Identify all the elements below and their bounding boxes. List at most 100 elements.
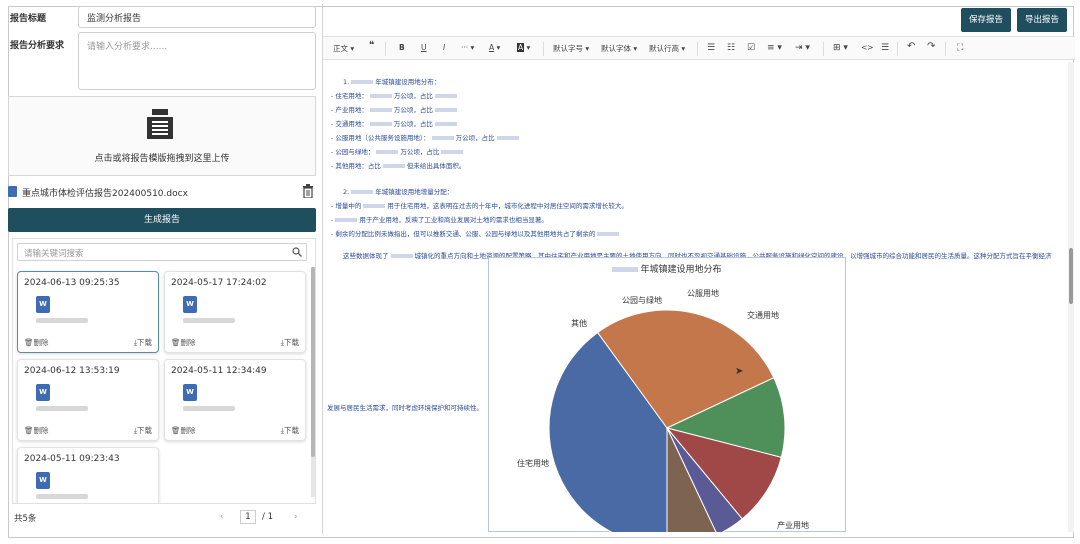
- quote-icon[interactable]: ❝: [369, 40, 374, 51]
- card-download-button[interactable]: ⤓下载: [134, 337, 152, 348]
- pie-chart: 年城镇建设用地分布 住宅用地 产业用地 交通用地 公服用地 公园与绿地 其他: [488, 257, 846, 532]
- divider-icon[interactable]: ☰: [881, 43, 889, 53]
- history-card[interactable]: 2024-06-13 09:25:35 W 🗑删除 ⤓下载: [17, 271, 159, 353]
- text-line: - 产业用地： 万公顷，占比: [331, 104, 459, 114]
- word-file-icon: [8, 186, 17, 197]
- word-doc-icon: W: [183, 384, 197, 401]
- history-search-input[interactable]: 请输关键词搜索: [17, 243, 307, 261]
- redacted-file-name: [183, 318, 235, 323]
- card-date: 2024-06-12 13:53:19: [24, 366, 120, 376]
- editor-content[interactable]: 1. 年城镇建设用地分布： - 住宅用地： 万公顷，占比 - 产业用地： 万公顷，占比…: [323, 62, 1069, 532]
- pie-label-1: 住宅用地: [517, 458, 549, 468]
- total-count: 共5条: [14, 514, 37, 524]
- search-placeholder: 请输关键词搜索: [24, 249, 84, 259]
- pagination: 共5条 ‹ 1 / 1 ›: [8, 510, 316, 526]
- numbered-list-icon[interactable]: ☷: [727, 43, 735, 53]
- card-date: 2024-06-13 09:25:35: [24, 278, 120, 288]
- redacted-file-name: [36, 494, 88, 499]
- code-icon[interactable]: <>: [861, 43, 874, 52]
- toolbar-divider: [897, 42, 898, 56]
- page-number-input[interactable]: 1: [240, 510, 256, 524]
- history-scrollbar[interactable]: [311, 267, 315, 497]
- text-line: - 增量中的 用于住宅用地，这表明在过去的十年中，城市化进程中对居住空间的需求增长…: [331, 202, 628, 210]
- font-color-dropdown[interactable]: A ▾: [489, 43, 500, 52]
- paragraph-style-dropdown[interactable]: 正文 ▾: [333, 43, 354, 54]
- word-doc-icon: W: [36, 296, 50, 313]
- card-download-button[interactable]: ⤓下载: [134, 425, 152, 436]
- redo-icon[interactable]: ↷: [927, 41, 935, 52]
- todo-list-icon[interactable]: ☑: [747, 43, 755, 53]
- card-delete-button[interactable]: 🗑删除: [24, 425, 49, 436]
- font-family-dropdown[interactable]: 默认字体 ▾: [601, 43, 637, 54]
- history-card[interactable]: 2024-06-12 13:53:19 W 🗑删除 ⤓下载: [17, 359, 159, 441]
- card-download-button[interactable]: ⤓下载: [281, 425, 299, 436]
- top-action-bar: 保存报告 导出报告: [323, 8, 1074, 32]
- report-title-input[interactable]: 监测分析报告: [78, 6, 316, 28]
- card-delete-button[interactable]: 🗑删除: [171, 425, 196, 436]
- prev-page-button[interactable]: ‹: [220, 512, 223, 522]
- card-download-button[interactable]: ⤓下载: [281, 337, 299, 348]
- toolbar-divider: [385, 42, 386, 56]
- italic-button[interactable]: I: [443, 43, 445, 52]
- pie-chart-svg: 住宅用地产业用地 交通用地 公服用地公园与绿地其他: [517, 288, 809, 532]
- search-icon[interactable]: [292, 247, 302, 257]
- document-upload-icon: [147, 109, 173, 139]
- indent-dropdown[interactable]: ⇥ ▾: [795, 43, 810, 53]
- requirement-textarea[interactable]: 请输入分析要求......: [78, 32, 316, 90]
- uploaded-file-row: 重点城市体检评估报告202400510.docx: [8, 184, 316, 200]
- history-card[interactable]: 2024-05-11 09:23:43 W: [17, 447, 159, 503]
- trash-icon[interactable]: [302, 184, 314, 198]
- requirement-label: 报告分析要求: [10, 41, 65, 51]
- bullet-list-icon[interactable]: ☰: [707, 43, 715, 53]
- redacted-file-name: [183, 406, 235, 411]
- text-line: - 住宅用地： 万公顷，占比: [331, 90, 459, 100]
- fullscreen-icon[interactable]: ⛶: [957, 43, 963, 53]
- text-line: - 剩余的分配比例未做指出，但可以推断交通、公服、公园与绿地以及其他用地共占了剩…: [331, 228, 621, 238]
- history-panel: 请输关键词搜索 2024-06-13 09:25:35 W 🗑删除 ⤓下载 20…: [12, 238, 316, 504]
- card-delete-button[interactable]: 🗑删除: [24, 337, 49, 348]
- toolbar-divider: [823, 42, 824, 56]
- underline-button[interactable]: U: [421, 43, 427, 52]
- toolbar-divider: [697, 42, 698, 56]
- text-line: 1. 年城镇建设用地分布：: [343, 78, 441, 86]
- undo-icon[interactable]: ↶: [907, 41, 915, 52]
- text-line: - 公服用地（公共服务设施用地）： 万公顷，占比: [331, 132, 521, 142]
- text-line: - 交通用地： 万公顷，占比: [331, 118, 459, 128]
- word-doc-icon: W: [36, 472, 50, 489]
- generate-report-button[interactable]: 生成报告: [8, 208, 316, 232]
- redacted-file-name: [36, 318, 88, 323]
- bold-button[interactable]: B: [399, 43, 405, 52]
- line-height-dropdown[interactable]: 默认行高 ▾: [649, 43, 685, 54]
- history-card-list: 2024-06-13 09:25:35 W 🗑删除 ⤓下载 2024-05-17…: [13, 267, 309, 503]
- export-report-button[interactable]: 导出报告: [1017, 8, 1067, 32]
- scrollbar-thumb[interactable]: [311, 267, 315, 457]
- save-report-button[interactable]: 保存报告: [961, 8, 1011, 32]
- card-delete-button[interactable]: 🗑删除: [171, 337, 196, 348]
- word-doc-icon: W: [183, 296, 197, 313]
- pie-label-3: 交通用地: [747, 310, 779, 320]
- next-page-button[interactable]: ›: [294, 512, 297, 522]
- font-size-dropdown[interactable]: 默认字号 ▾: [553, 43, 589, 54]
- card-date: 2024-05-11 09:23:43: [24, 454, 120, 464]
- align-dropdown[interactable]: ≡ ▾: [767, 43, 782, 53]
- text-line: - 公园与绿地： 万公顷，占比: [331, 146, 465, 156]
- page-total: / 1: [262, 512, 273, 522]
- pie-label-2: 产业用地: [777, 520, 809, 530]
- table-dropdown[interactable]: ⊞ ▾: [833, 43, 848, 53]
- history-card[interactable]: 2024-05-17 17:24:02 W 🗑删除 ⤓下载: [164, 271, 306, 353]
- template-upload-area[interactable]: 点击或将报告模版拖拽到这里上传: [8, 96, 316, 176]
- history-card[interactable]: 2024-05-11 12:34:49 W 🗑删除 ⤓下载: [164, 359, 306, 441]
- left-panel: 报告标题 监测分析报告 报告分析要求 请输入分析要求...... 点击或将报告模…: [8, 2, 320, 528]
- pie-label-4: 公服用地: [687, 288, 719, 298]
- text-line: - 用于产业用地，反映了工业和商业发展对土地的需求也相当显著。: [331, 216, 548, 224]
- text-line: 发展与居民生活需求，同时考虑环境保护和可持续性。: [327, 404, 483, 412]
- toolbar-divider: [543, 42, 544, 56]
- background-color-dropdown[interactable]: A ▾: [517, 43, 530, 52]
- text-line: 2. 年城镇建设用地增量分配：: [343, 188, 454, 196]
- scrollbar-thumb[interactable]: [1069, 248, 1073, 304]
- more-format-dropdown[interactable]: ··· ▾: [461, 43, 474, 52]
- pie-label-5: 公园与绿地: [622, 295, 662, 305]
- card-date: 2024-05-17 17:24:02: [171, 278, 267, 288]
- editor-scrollbar[interactable]: [1068, 62, 1074, 532]
- editor-toolbar: 正文 ▾ ❝ B U I ··· ▾ A ▾ A ▾ 默认字号 ▾ 默认字体 ▾…: [323, 36, 1075, 60]
